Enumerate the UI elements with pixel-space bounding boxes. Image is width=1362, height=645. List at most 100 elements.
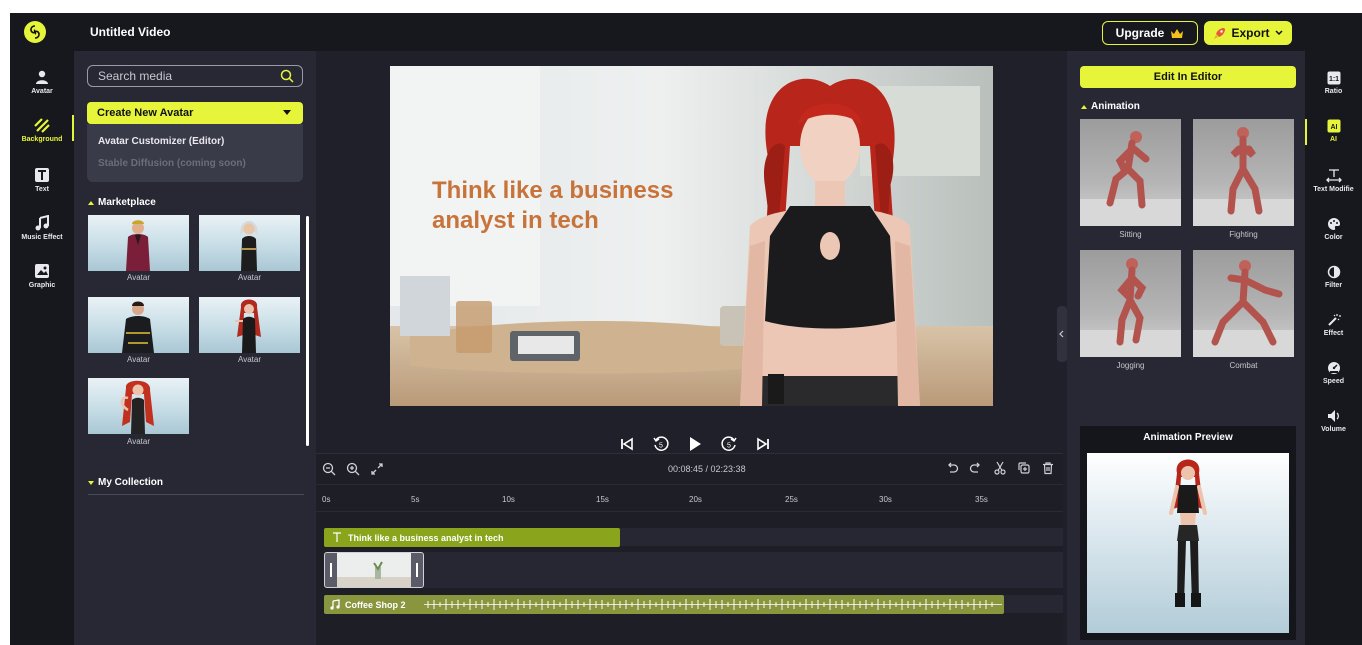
rail-item-color[interactable]: Color — [1305, 217, 1362, 257]
mannequin-sitting — [1080, 131, 1181, 226]
rail-item-filter[interactable]: Filter — [1305, 265, 1362, 305]
search-input[interactable] — [98, 69, 268, 83]
search-icon[interactable] — [280, 69, 294, 83]
timeline: 00:08:45 / 02:23:38 0s 5s 10s 15s 20s 25… — [316, 453, 1063, 645]
animation-label: Sitting — [1119, 230, 1142, 239]
expand-down-icon — [88, 480, 94, 485]
avatar-thumbnail — [126, 220, 150, 271]
zoom-in-icon[interactable] — [346, 462, 360, 476]
caret-down-icon — [283, 110, 291, 115]
create-new-avatar-button[interactable]: Create New Avatar — [87, 102, 303, 124]
redo-icon[interactable] — [969, 461, 983, 475]
rail-active-indicator — [1305, 119, 1307, 145]
ruler-label: 10s — [502, 495, 515, 504]
text-clip[interactable]: Think like a business analyst in tech — [324, 528, 620, 547]
mannequin-fighting — [1193, 127, 1294, 226]
timeline-ruler[interactable]: 0s 5s 10s 15s 20s 25s 30s 35s — [316, 484, 1063, 512]
logo-icon[interactable] — [24, 21, 46, 43]
duplicate-icon[interactable] — [1017, 461, 1031, 475]
playback-controls: 5 5 — [620, 434, 770, 454]
marketplace-item[interactable] — [199, 297, 300, 353]
rail-item-volume[interactable]: Volume — [1305, 409, 1362, 449]
audio-clip[interactable]: Coffee Shop 2 — [324, 595, 1004, 614]
rail-label: Volume — [1321, 426, 1346, 433]
animation-label: Fighting — [1229, 230, 1258, 239]
play-icon[interactable] — [688, 436, 702, 452]
rocket-icon — [1214, 27, 1226, 39]
audio-clip-label: Coffee Shop 2 — [345, 599, 406, 610]
animation-heading[interactable]: Animation — [1081, 101, 1140, 112]
video-canvas[interactable]: Think like a business analyst in tech — [390, 66, 993, 406]
rail-item-text[interactable]: Text — [10, 165, 74, 205]
animation-card-sitting[interactable] — [1080, 119, 1181, 226]
background-clip[interactable] — [324, 552, 424, 588]
search-box — [87, 65, 303, 87]
marketplace-item[interactable] — [88, 378, 189, 434]
avatar-full-body — [1169, 459, 1207, 607]
edit-in-editor-button[interactable]: Edit In Editor — [1080, 66, 1296, 88]
fit-expand-icon[interactable] — [370, 462, 384, 476]
animation-heading-label: Animation — [1091, 101, 1140, 112]
rail-label: Effect — [1323, 330, 1344, 337]
rail-item-music-effect[interactable]: Music Effect — [10, 213, 74, 253]
project-title[interactable]: Untitled Video — [90, 25, 170, 39]
export-label: Export — [1231, 26, 1270, 40]
speedometer-icon — [1327, 362, 1340, 374]
rail-item-avatar[interactable]: Avatar — [10, 67, 74, 107]
marketplace-item[interactable] — [88, 297, 189, 353]
animation-card-fighting[interactable] — [1193, 119, 1294, 226]
collapse-right-panel-button[interactable] — [1057, 306, 1067, 362]
rail-item-graphic[interactable]: Graphic — [10, 261, 74, 301]
ruler-label: 30s — [879, 495, 892, 504]
clip-left-handle[interactable] — [325, 553, 337, 587]
ratio-icon: 1:1 — [1327, 71, 1340, 85]
export-button[interactable]: Export — [1204, 21, 1292, 45]
video-editor-app: Untitled Video Upgrade Export Avatar Bac… — [10, 13, 1362, 645]
upgrade-button[interactable]: Upgrade — [1102, 21, 1198, 45]
marketplace-heading[interactable]: Marketplace — [88, 197, 156, 208]
collapse-up-icon — [1081, 104, 1087, 109]
media-scrollbar[interactable] — [306, 216, 309, 446]
skip-to-start-icon[interactable] — [620, 437, 634, 451]
animation-preview-stage[interactable] — [1087, 453, 1289, 633]
trash-icon[interactable] — [1041, 461, 1055, 475]
image-icon — [35, 264, 49, 278]
rail-item-speed[interactable]: Speed — [1305, 361, 1362, 401]
zoom-out-icon[interactable] — [322, 462, 336, 476]
chevron-down-icon — [1274, 30, 1283, 36]
animation-card-combat[interactable] — [1193, 250, 1294, 357]
rail-item-background[interactable]: Background — [10, 115, 74, 155]
forward-5-icon[interactable]: 5 — [720, 435, 738, 453]
svg-text:5: 5 — [727, 443, 731, 450]
animation-card-jogging[interactable] — [1080, 250, 1181, 357]
rail-item-effect[interactable]: Effect — [1305, 313, 1362, 353]
marketplace-item[interactable] — [199, 215, 300, 271]
skip-to-end-icon[interactable] — [756, 437, 770, 451]
person-icon — [36, 70, 48, 84]
ruler-label: 15s — [596, 495, 609, 504]
rail-label: Graphic — [28, 282, 56, 289]
rail-item-ratio[interactable]: 1:1 Ratio — [1305, 71, 1362, 111]
my-collection-heading[interactable]: My Collection — [88, 477, 163, 488]
clip-right-handle[interactable] — [411, 553, 423, 587]
ruler-label: 20s — [689, 495, 702, 504]
rewind-5-icon[interactable]: 5 — [652, 435, 670, 453]
marketplace-item[interactable] — [88, 215, 189, 271]
ruler-label: 35s — [975, 495, 988, 504]
rail-label: Ratio — [1324, 88, 1343, 95]
rail-label: Color — [1324, 234, 1343, 241]
overlay-text[interactable]: Think like a business analyst in tech — [432, 176, 673, 236]
menu-item-avatar-customizer[interactable]: Avatar Customizer (Editor) — [98, 136, 224, 147]
mannequin-combat — [1193, 260, 1294, 357]
timeline-actions — [945, 461, 1055, 475]
rail-item-text-modifier[interactable]: Text Modifie — [1305, 169, 1362, 209]
scissors-icon[interactable] — [993, 461, 1007, 475]
text-t-icon — [333, 532, 341, 542]
left-tool-rail: Avatar Background Text Music Effect Grap… — [10, 51, 74, 645]
avatar-thumbnail — [235, 299, 261, 353]
rail-item-ai[interactable]: AI AI — [1305, 119, 1362, 159]
background-clip-thumbnail — [325, 553, 423, 587]
preview-area: Think like a business analyst in tech 5 … — [316, 51, 1063, 453]
upgrade-label: Upgrade — [1115, 26, 1165, 40]
undo-icon[interactable] — [945, 461, 959, 475]
